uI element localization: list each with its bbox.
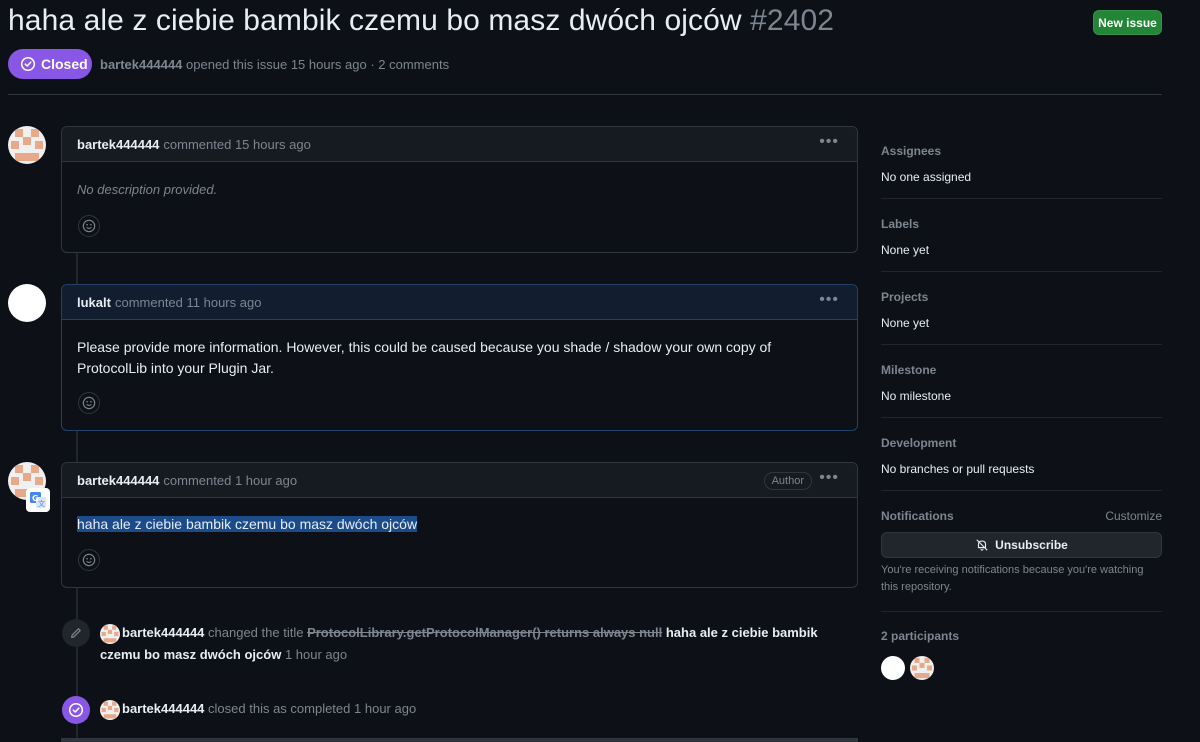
closed-event-badge bbox=[62, 696, 90, 724]
event-time[interactable]: 1 hour ago bbox=[354, 701, 416, 716]
event-actor[interactable]: bartek444444 bbox=[122, 625, 204, 640]
issue-title: haha ale z ciebie bambik czemu bo masz d… bbox=[8, 4, 834, 38]
event-actor[interactable]: bartek444444 bbox=[122, 701, 204, 716]
check-circle-icon bbox=[68, 702, 84, 718]
svg-text:文: 文 bbox=[38, 499, 45, 508]
smiley-icon bbox=[82, 553, 96, 567]
selected-text: haha ale z ciebie bambik czemu bo masz d… bbox=[77, 516, 418, 532]
issue-title-text: haha ale z ciebie bambik czemu bo masz d… bbox=[8, 4, 742, 37]
unsubscribe-button[interactable]: Unsubscribe bbox=[881, 532, 1162, 558]
composer-top-edge bbox=[61, 738, 858, 742]
comment-card: lukalt commented 11 hours ago ••• Please… bbox=[61, 284, 858, 431]
projects-value: None yet bbox=[881, 316, 930, 330]
sidebar-labels: Labels None yet bbox=[881, 217, 1162, 257]
header-divider bbox=[8, 94, 1162, 95]
development-value: No branches or pull requests bbox=[881, 462, 1035, 476]
pencil-icon bbox=[71, 628, 81, 638]
participants-heading: 2 participants bbox=[881, 629, 960, 643]
bell-slash-icon bbox=[976, 539, 988, 551]
comment-timestamp[interactable]: commented 15 hours ago bbox=[163, 137, 310, 152]
labels-value: None yet bbox=[881, 243, 930, 257]
comment-author[interactable]: bartek444444 bbox=[77, 473, 159, 488]
sidebar-divider bbox=[881, 490, 1162, 491]
avatar[interactable] bbox=[100, 623, 120, 644]
identicon-avatar-icon bbox=[8, 126, 46, 164]
issue-number: #2402 bbox=[750, 4, 835, 37]
identicon-avatar-icon bbox=[100, 699, 120, 720]
projects-heading[interactable]: Projects bbox=[881, 290, 1162, 304]
sidebar-projects: Projects None yet bbox=[881, 290, 1162, 330]
comment-author[interactable]: bartek444444 bbox=[77, 137, 159, 152]
sidebar-assignees: Assignees No one assigned bbox=[881, 144, 1162, 184]
identicon-avatar-icon bbox=[910, 656, 934, 680]
milestone-heading[interactable]: Milestone bbox=[881, 363, 1162, 377]
sidebar-divider bbox=[881, 417, 1162, 418]
assignees-heading[interactable]: Assignees bbox=[881, 144, 1162, 158]
comment-body: Please provide more information. However… bbox=[77, 339, 772, 376]
sidebar-notifications: Notifications Customize bbox=[881, 509, 1162, 523]
sidebar-divider bbox=[881, 271, 1162, 272]
smiley-icon bbox=[82, 219, 96, 233]
comment-body: haha ale z ciebie bambik czemu bo masz d… bbox=[62, 498, 857, 535]
rename-event-badge bbox=[62, 619, 90, 647]
event-action: changed the title bbox=[208, 625, 304, 640]
comment-card: bartek444444 commented 15 hours ago ••• … bbox=[61, 126, 858, 253]
state-label: Closed bbox=[41, 56, 88, 72]
comment-header: bartek444444 commented 15 hours ago ••• bbox=[62, 127, 857, 162]
comment-timestamp[interactable]: commented 1 hour ago bbox=[163, 473, 297, 488]
add-reaction-button[interactable] bbox=[78, 392, 100, 414]
comment-header: lukalt commented 11 hours ago ••• bbox=[62, 285, 857, 320]
avatar[interactable] bbox=[8, 126, 46, 164]
check-circle-icon bbox=[20, 56, 36, 72]
sidebar-divider bbox=[881, 198, 1162, 199]
translate-extension-icon[interactable]: G文 bbox=[26, 488, 50, 512]
sidebar-divider bbox=[881, 344, 1162, 345]
event-action: closed this as completed bbox=[208, 701, 351, 716]
closed-state-badge: Closed bbox=[8, 49, 92, 79]
issue-meta: bartek444444 opened this issue 15 hours … bbox=[100, 57, 449, 72]
sidebar-divider bbox=[881, 611, 1162, 612]
old-title: ProtocolLibrary.getProtocolManager() ret… bbox=[307, 625, 663, 640]
add-reaction-button[interactable] bbox=[78, 549, 100, 571]
unsubscribe-label: Unsubscribe bbox=[995, 538, 1068, 552]
identicon-avatar-icon bbox=[100, 623, 120, 644]
assignees-value: No one assigned bbox=[881, 170, 972, 184]
participant-avatar[interactable] bbox=[910, 656, 934, 680]
development-heading[interactable]: Development bbox=[881, 436, 1162, 450]
comment-timestamp[interactable]: commented 11 hours ago bbox=[115, 295, 261, 310]
comment-header: bartek444444 commented 1 hour ago Author… bbox=[62, 463, 857, 498]
rename-event: bartek444444 changed the title ProtocolL… bbox=[100, 622, 860, 666]
comment-card: bartek444444 commented 1 hour ago Author… bbox=[61, 462, 858, 588]
comment-author[interactable]: lukalt bbox=[77, 295, 111, 310]
customize-link[interactable]: Customize bbox=[1105, 509, 1162, 523]
translate-icon: G文 bbox=[30, 492, 46, 508]
participant-avatar[interactable] bbox=[881, 656, 905, 680]
add-reaction-button[interactable] bbox=[78, 215, 100, 237]
sidebar-milestone: Milestone No milestone bbox=[881, 363, 1162, 403]
avatar[interactable] bbox=[8, 284, 46, 322]
comment-options-icon[interactable]: ••• bbox=[819, 469, 839, 487]
issue-author-link[interactable]: bartek444444 bbox=[100, 57, 182, 72]
closed-event: bartek444444 closed this as completed 1 … bbox=[100, 698, 416, 720]
sidebar-participants: 2 participants bbox=[881, 629, 1162, 643]
sidebar-development: Development No branches or pull requests bbox=[881, 436, 1162, 476]
milestone-value: No milestone bbox=[881, 389, 952, 403]
comment-options-icon[interactable]: ••• bbox=[819, 133, 839, 151]
notification-reason: You're receiving notifications because y… bbox=[881, 564, 1144, 593]
comment-options-icon[interactable]: ••• bbox=[819, 291, 839, 309]
smiley-icon bbox=[82, 396, 96, 410]
new-issue-button[interactable]: New issue bbox=[1093, 10, 1162, 35]
event-time[interactable]: 1 hour ago bbox=[285, 647, 347, 662]
author-badge: Author bbox=[763, 472, 812, 490]
avatar[interactable] bbox=[100, 699, 120, 720]
comment-body: No description provided. bbox=[77, 182, 218, 197]
issue-meta-rest: opened this issue 15 hours ago · 2 comme… bbox=[186, 57, 450, 72]
labels-heading[interactable]: Labels bbox=[881, 217, 1162, 231]
